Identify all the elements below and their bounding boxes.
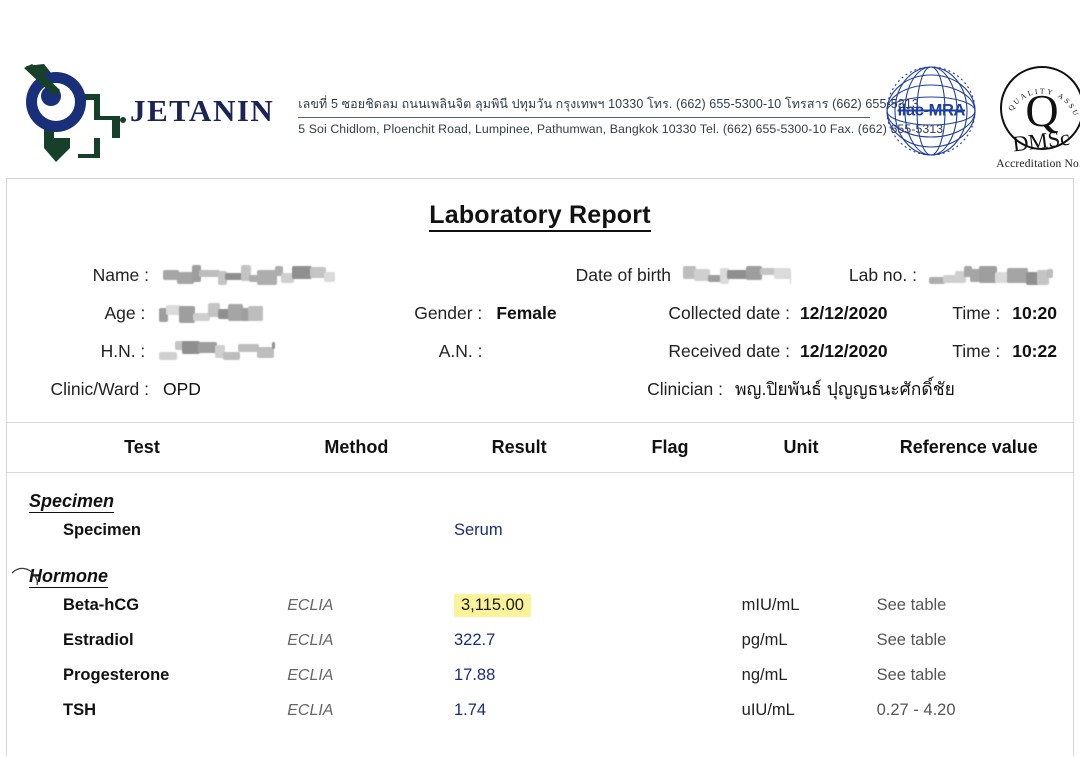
cell-test: Specimen xyxy=(63,521,141,539)
patient-row-clinic: Clinic/Ward : OPD Clinician : พญ.ปิยพันธ… xyxy=(17,370,1057,408)
cell-method: ECLIA xyxy=(287,666,334,684)
cell-unit: uIU/mL xyxy=(741,701,795,719)
received-date-value: 12/12/2020 xyxy=(800,340,888,361)
letterhead: JETANIN เลขที่ 5 ซอยชิดลม ถนนเพลินจิต ลุ… xyxy=(0,0,1080,178)
table-header-row: Test Method Result Flag Unit Reference v… xyxy=(7,423,1073,473)
cell-test: Progesterone xyxy=(63,666,170,684)
table-row: Beta-hCG ECLIA 3,115.00 mIU/mL See table xyxy=(7,588,1073,623)
redacted-lab-no xyxy=(929,265,1053,286)
redacted-dob xyxy=(683,265,791,286)
collected-date-label: Collected date : xyxy=(668,302,790,323)
name-value xyxy=(149,264,479,286)
cell-result: 1.74 xyxy=(453,701,487,719)
redacted-age xyxy=(159,302,264,324)
cell-result: Serum xyxy=(453,521,503,539)
patient-row-name: Name : Date of birth Lab no. : xyxy=(17,256,1057,294)
cell-unit: pg/mL xyxy=(741,631,788,649)
cell-test: TSH xyxy=(63,701,96,719)
hn-label: H.N. : xyxy=(100,340,146,361)
cell-reference: See table xyxy=(876,666,947,684)
table-group-header: Hormone xyxy=(7,548,1073,588)
cell-reference: 0.27 - 4.20 xyxy=(876,701,956,719)
redacted-hn xyxy=(159,340,276,362)
cell-method: ECLIA xyxy=(287,596,334,614)
column-header-reference: Reference value xyxy=(899,437,1038,457)
gender-label: Gender : xyxy=(414,302,483,323)
cell-unit: mIU/mL xyxy=(741,596,800,614)
dob-value xyxy=(671,264,813,286)
column-header-test: Test xyxy=(124,437,160,457)
an-label: A.N. : xyxy=(438,340,483,361)
column-header-unit: Unit xyxy=(783,437,819,457)
clinic-ward-value: OPD xyxy=(163,378,201,399)
accreditation-logos: ilac-MRA QUALITY ASSURANCE Q DMSc xyxy=(884,57,1080,170)
table-row: Estradiol ECLIA 322.7 pg/mL See table xyxy=(7,623,1073,658)
table-group-header: Specimen xyxy=(7,473,1073,513)
table-row: TSH ECLIA 1.74 uIU/mL 0.27 - 4.20 xyxy=(7,693,1073,728)
jetanin-eye-cross-logo xyxy=(8,58,126,163)
cell-result: 3,115.00 xyxy=(436,594,603,617)
accreditation-number: Accreditation No. 4052/51 xyxy=(996,158,1080,170)
column-header-flag: Flag xyxy=(651,437,689,457)
svg-text:DMSc: DMSc xyxy=(1011,125,1071,156)
patient-info-section: Name : Date of birth Lab no. : Age : Gen… xyxy=(7,256,1073,408)
cell-result: 322.7 xyxy=(453,631,496,649)
ilac-mra-label: ilac-MRA xyxy=(897,101,966,120)
cell-test: Estradiol xyxy=(63,631,134,649)
gender-value: Female xyxy=(496,302,557,323)
received-date-label: Received date : xyxy=(668,340,790,361)
age-label: Age : xyxy=(104,302,146,323)
received-time-label: Time : xyxy=(952,340,1001,361)
ilac-mra-globe-icon: ilac-MRA xyxy=(884,64,978,158)
name-label: Name : xyxy=(92,264,149,285)
redacted-name xyxy=(163,264,335,286)
table-body: Specimen Specimen Serum Hormone Beta-hCG ECLI… xyxy=(7,473,1073,728)
address-thai: เลขที่ 5 ซอยชิดลม ถนนเพลินจิต ลุมพินี ปท… xyxy=(298,97,919,111)
patient-row-age: Age : Gender : Female Collected date : 1… xyxy=(17,294,1057,332)
laboratory-report-document: Laboratory Report Name : Date of birth L… xyxy=(6,178,1074,756)
dmsc-quality-assurance-seal: QUALITY ASSURANCE Q DMSc Accreditation N… xyxy=(992,57,1080,170)
collected-time-value: 10:20 xyxy=(1012,302,1058,323)
clinician-value: พญ.ปิยพันธ์ ปุญญธนะศักดิ์ชัย xyxy=(735,379,955,399)
cell-reference: See table xyxy=(876,631,947,649)
cell-result: 17.88 xyxy=(453,666,496,684)
clinic-ward-label: Clinic/Ward : xyxy=(50,378,149,399)
patient-row-hn: H.N. : A.N. : Received date : 12/12/2020… xyxy=(17,332,1057,370)
cell-reference: See table xyxy=(876,596,947,614)
lab-no-value xyxy=(917,264,1053,286)
table-row: Specimen Serum xyxy=(7,513,1073,548)
results-table: Test Method Result Flag Unit Reference v… xyxy=(7,422,1073,728)
column-header-result: Result xyxy=(491,437,547,457)
address-block: เลขที่ 5 ซอยชิดลม ถนนเพลินจิต ลุมพินี ปท… xyxy=(298,94,944,136)
clinician-label: Clinician : xyxy=(647,378,723,399)
page-title: Laboratory Report xyxy=(7,179,1073,232)
cell-unit: ng/mL xyxy=(741,666,788,684)
collected-time-label: Time : xyxy=(952,302,1001,323)
lab-no-label: Lab no. : xyxy=(848,264,917,285)
address-english: 5 Soi Chidlom, Ploenchit Road, Lumpinee,… xyxy=(298,122,944,136)
group-label: Specimen xyxy=(29,491,115,513)
highlighted-result: 3,115.00 xyxy=(453,594,531,617)
collected-date-value: 12/12/2020 xyxy=(799,302,888,323)
brand-wordmark: JETANIN xyxy=(130,93,275,128)
group-label: Hormone xyxy=(29,566,109,588)
table-row: Progesterone ECLIA 17.88 ng/mL See table xyxy=(7,658,1073,693)
cell-method: ECLIA xyxy=(287,701,334,719)
cell-method: ECLIA xyxy=(287,631,334,649)
column-header-method: Method xyxy=(324,437,389,457)
received-time-value: 10:22 xyxy=(1012,340,1057,361)
page-title-text: Laboratory Report xyxy=(429,201,651,232)
cell-test: Beta-hCG xyxy=(63,596,140,614)
dob-label: Date of birth xyxy=(575,264,671,285)
